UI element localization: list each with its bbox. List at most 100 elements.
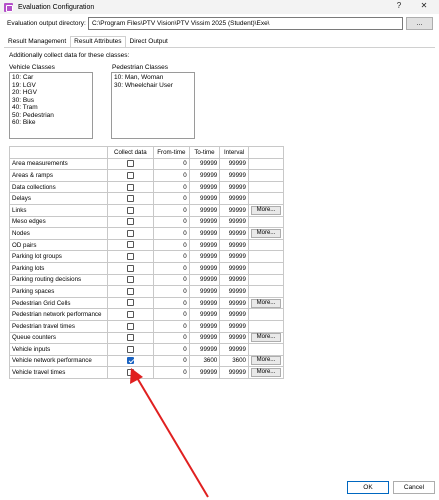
more-button[interactable]: More... bbox=[250, 333, 281, 343]
list-item[interactable]: 60: Bike bbox=[12, 119, 90, 127]
collect-data-checkbox[interactable] bbox=[126, 276, 134, 284]
table-row[interactable]: Parking spaces 0 99999 99999 bbox=[9, 285, 285, 298]
interval-cell[interactable]: 99999 bbox=[219, 366, 249, 379]
collect-data-checkbox[interactable] bbox=[126, 160, 134, 168]
from-time-cell[interactable]: 0 bbox=[152, 285, 190, 298]
list-item[interactable]: 20: HGV bbox=[12, 89, 90, 97]
collect-data-checkbox[interactable] bbox=[126, 345, 134, 353]
to-time-cell[interactable]: 99999 bbox=[188, 227, 221, 240]
to-time-cell[interactable]: 99999 bbox=[188, 319, 221, 333]
to-time-cell[interactable]: 99999 bbox=[188, 157, 221, 171]
from-time-cell[interactable]: 0 bbox=[152, 238, 190, 252]
from-time-cell[interactable]: 0 bbox=[152, 169, 190, 182]
table-row[interactable]: OD pairs 0 99999 99999 bbox=[9, 238, 285, 252]
collect-data-checkbox[interactable] bbox=[126, 195, 134, 203]
from-time-cell[interactable]: 0 bbox=[152, 319, 190, 333]
table-row[interactable]: Meso edges 0 99999 99999 bbox=[9, 215, 285, 229]
collect-data-checkbox[interactable] bbox=[126, 253, 134, 261]
tab-result-management[interactable]: Result Management bbox=[4, 36, 70, 47]
table-row[interactable]: Queue counters 0 99999 99999 More... bbox=[9, 331, 285, 345]
interval-cell[interactable]: 99999 bbox=[219, 331, 249, 345]
more-button[interactable]: More... bbox=[250, 368, 281, 378]
table-row[interactable]: Pedestrian Grid Cells 0 99999 99999 More... bbox=[9, 296, 285, 310]
table-row[interactable]: Parking routing decisions 0 99999 99999 bbox=[9, 273, 285, 287]
collect-data-checkbox[interactable] bbox=[126, 229, 134, 237]
from-time-cell[interactable]: 0 bbox=[152, 192, 190, 205]
interval-cell[interactable]: 99999 bbox=[219, 238, 249, 252]
interval-cell[interactable]: 3600 bbox=[219, 354, 249, 368]
header-to-time[interactable]: To-time bbox=[188, 146, 221, 159]
collect-data-checkbox[interactable] bbox=[126, 241, 134, 249]
interval-cell[interactable]: 99999 bbox=[219, 227, 249, 240]
collect-data-checkbox[interactable] bbox=[126, 299, 134, 307]
from-time-cell[interactable]: 0 bbox=[152, 157, 190, 171]
to-time-cell[interactable]: 99999 bbox=[188, 215, 221, 229]
to-time-cell[interactable]: 99999 bbox=[188, 238, 221, 252]
collect-data-checkbox[interactable] bbox=[126, 171, 134, 179]
interval-cell[interactable]: 99999 bbox=[219, 203, 249, 217]
from-time-cell[interactable]: 0 bbox=[152, 203, 190, 217]
interval-cell[interactable]: 99999 bbox=[219, 343, 249, 356]
interval-cell[interactable]: 99999 bbox=[219, 192, 249, 205]
collect-data-checkbox[interactable] bbox=[126, 206, 134, 214]
to-time-cell[interactable]: 99999 bbox=[188, 273, 221, 287]
interval-cell[interactable]: 99999 bbox=[219, 319, 249, 333]
interval-cell[interactable]: 99999 bbox=[219, 261, 249, 275]
vehicle-classes-list[interactable]: 10: Car 19: LGV 20: HGV 30: Bus 40: Tram… bbox=[9, 72, 93, 139]
to-time-cell[interactable]: 99999 bbox=[188, 285, 221, 298]
to-time-cell[interactable]: 99999 bbox=[188, 203, 221, 217]
collect-data-checkbox[interactable] bbox=[126, 322, 134, 330]
interval-cell[interactable]: 99999 bbox=[219, 157, 249, 171]
list-item[interactable]: 50: Pedestrian bbox=[12, 112, 90, 120]
list-item[interactable]: 40: Tram bbox=[12, 104, 90, 112]
tab-direct-output[interactable]: Direct Output bbox=[126, 36, 172, 47]
to-time-cell[interactable]: 99999 bbox=[188, 250, 221, 263]
interval-cell[interactable]: 99999 bbox=[219, 296, 249, 310]
table-row[interactable]: Nodes 0 99999 99999 More... bbox=[9, 227, 285, 240]
cancel-button[interactable]: Cancel bbox=[393, 481, 435, 494]
from-time-cell[interactable]: 0 bbox=[152, 343, 190, 356]
from-time-cell[interactable]: 0 bbox=[152, 354, 190, 368]
table-row[interactable]: Parking lot groups 0 99999 99999 bbox=[9, 250, 285, 263]
table-row[interactable]: Parking lots 0 99999 99999 bbox=[9, 261, 285, 275]
from-time-cell[interactable]: 0 bbox=[152, 331, 190, 345]
pedestrian-classes-list[interactable]: 10: Man, Woman 30: Wheelchair User bbox=[111, 72, 195, 139]
ok-button[interactable]: OK bbox=[347, 481, 389, 494]
help-button[interactable]: ? bbox=[389, 1, 409, 13]
list-item[interactable]: 10: Car bbox=[12, 74, 90, 82]
more-button[interactable]: More... bbox=[250, 356, 281, 366]
more-button[interactable]: More... bbox=[250, 205, 281, 215]
more-button[interactable]: More... bbox=[250, 298, 281, 308]
from-time-cell[interactable]: 0 bbox=[152, 273, 190, 287]
close-button[interactable]: ✕ bbox=[413, 1, 435, 13]
to-time-cell[interactable]: 99999 bbox=[188, 331, 221, 345]
list-item[interactable]: 19: LGV bbox=[12, 82, 90, 90]
interval-cell[interactable]: 99999 bbox=[219, 285, 249, 298]
collect-data-checkbox[interactable] bbox=[126, 334, 134, 342]
header-interval[interactable]: Interval bbox=[219, 146, 249, 159]
from-time-cell[interactable]: 0 bbox=[152, 215, 190, 229]
table-row[interactable]: Pedestrian network performance 0 99999 9999… bbox=[9, 308, 285, 321]
output-directory-input[interactable]: C:\Program Files\PTV Vision\PTV Vissim 2… bbox=[88, 17, 403, 30]
list-item[interactable]: 10: Man, Woman bbox=[114, 74, 192, 82]
header-collect-data[interactable]: Collect data bbox=[106, 146, 154, 159]
interval-cell[interactable]: 99999 bbox=[219, 215, 249, 229]
list-item[interactable]: 30: Wheelchair User bbox=[114, 82, 192, 90]
interval-cell[interactable]: 99999 bbox=[219, 180, 249, 194]
table-row[interactable]: Data collections 0 99999 99999 bbox=[9, 180, 285, 194]
more-button[interactable]: More... bbox=[250, 228, 281, 238]
header-from-time[interactable]: From-time bbox=[152, 146, 190, 159]
collect-data-checkbox[interactable] bbox=[126, 287, 134, 295]
to-time-cell[interactable]: 99999 bbox=[188, 343, 221, 356]
collect-data-checkbox[interactable] bbox=[126, 218, 134, 226]
to-time-cell[interactable]: 99999 bbox=[188, 192, 221, 205]
collect-data-checkbox[interactable] bbox=[126, 357, 134, 365]
browse-button[interactable]: ... bbox=[406, 17, 433, 30]
list-item[interactable]: 30: Bus bbox=[12, 97, 90, 105]
collect-data-checkbox[interactable] bbox=[126, 311, 134, 319]
interval-cell[interactable]: 99999 bbox=[219, 250, 249, 263]
from-time-cell[interactable]: 0 bbox=[152, 227, 190, 240]
to-time-cell[interactable]: 99999 bbox=[188, 296, 221, 310]
table-row[interactable]: Area measurements 0 99999 99999 bbox=[9, 157, 285, 171]
table-row[interactable]: Vehicle travel times 0 99999 99999 More... bbox=[9, 366, 285, 379]
